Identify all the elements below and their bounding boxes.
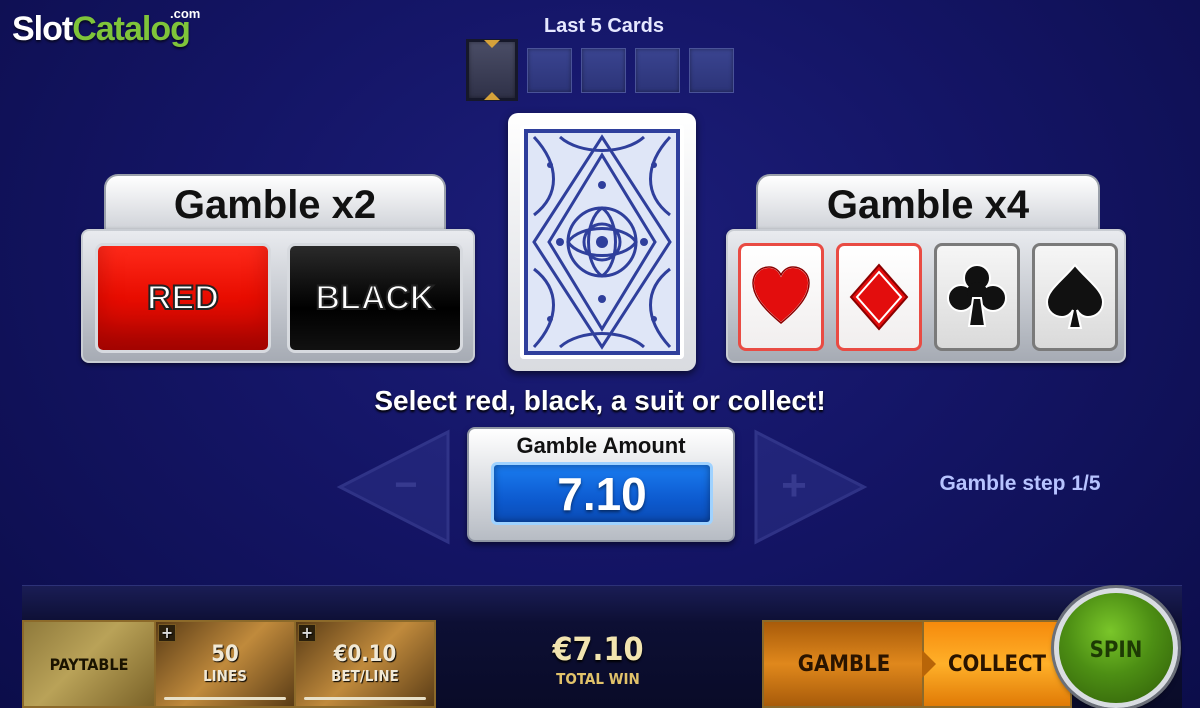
gamble-amount-panel: Gamble Amount 7.10 — [467, 427, 735, 542]
history-slot-4 — [635, 47, 680, 93]
history-slot-5 — [689, 47, 734, 93]
gamble-button[interactable]: GAMBLE — [762, 620, 926, 708]
logo-com-text: .com — [170, 6, 201, 21]
card-back-pattern — [520, 125, 684, 359]
card-history — [466, 38, 734, 102]
instruction-text: Select red, black, a suit or collect! — [374, 385, 826, 416]
card-back-icon — [520, 125, 684, 359]
lines-label: LINES — [203, 667, 247, 685]
lines-value: 50 — [211, 642, 239, 667]
club-icon — [947, 264, 1007, 327]
lines-button[interactable]: + 50 LINES — [154, 620, 296, 708]
gamble-card — [508, 113, 696, 371]
bet-value: €0.10 — [333, 642, 397, 667]
paytable-button[interactable]: PAYTABLE — [22, 620, 156, 708]
spin-button[interactable]: SPIN — [1054, 588, 1178, 708]
bet-divider — [304, 697, 426, 700]
black-button[interactable]: BLACK — [287, 243, 463, 353]
gamble-amount-label: Gamble Amount — [516, 433, 686, 458]
collect-button[interactable]: COLLECT — [922, 620, 1072, 708]
collect-label: COLLECT — [947, 651, 1047, 677]
spade-icon — [1045, 263, 1105, 329]
spade-button[interactable] — [1032, 243, 1118, 351]
total-win-label: TOTAL WIN — [556, 670, 640, 688]
gamble-amount-value: 7.10 — [491, 462, 713, 525]
decrease-amount-button[interactable]: − — [336, 428, 466, 546]
last-cards-label: Last 5 Cards — [543, 15, 665, 37]
left-arrow-icon: − — [336, 429, 450, 545]
history-slot-2 — [527, 47, 572, 93]
heart-button[interactable] — [738, 243, 824, 351]
lines-plus-icon: + — [158, 624, 176, 642]
lines-divider — [164, 697, 286, 700]
right-arrow-icon: + — [754, 429, 868, 545]
history-slot-1 — [466, 39, 518, 101]
logo-slot-text: Slot — [12, 10, 73, 48]
gamble-x2-title: Gamble x2 — [104, 174, 446, 230]
bet-per-line-button[interactable]: + €0.10 BET/LINE — [294, 620, 436, 708]
svg-text:−: − — [394, 463, 417, 507]
bet-label: BET/LINE — [331, 667, 399, 685]
diamond-icon — [849, 263, 909, 331]
red-button[interactable]: RED — [95, 243, 271, 353]
paytable-label: PAYTABLE — [49, 654, 129, 674]
gamble-label: GAMBLE — [797, 651, 891, 677]
bet-plus-icon: + — [298, 624, 316, 642]
gamble-suit-tray — [726, 229, 1126, 363]
spin-label: SPIN — [1089, 638, 1143, 663]
club-button[interactable] — [934, 243, 1020, 351]
increase-amount-button[interactable]: + — [738, 428, 868, 546]
svg-text:+: + — [781, 461, 807, 510]
heart-icon — [751, 265, 811, 325]
total-win-value: €7.10 — [552, 630, 644, 668]
gamble-step-label: Gamble step 1/5 — [939, 472, 1101, 495]
slotcatalog-logo: SlotCatalog .com — [12, 6, 200, 49]
history-slot-3 — [581, 47, 626, 93]
gamble-color-tray: RED BLACK — [81, 229, 475, 363]
diamond-button[interactable] — [836, 243, 922, 351]
total-win-display: €7.10 TOTAL WIN — [470, 630, 726, 688]
gamble-x4-title: Gamble x4 — [756, 174, 1100, 230]
